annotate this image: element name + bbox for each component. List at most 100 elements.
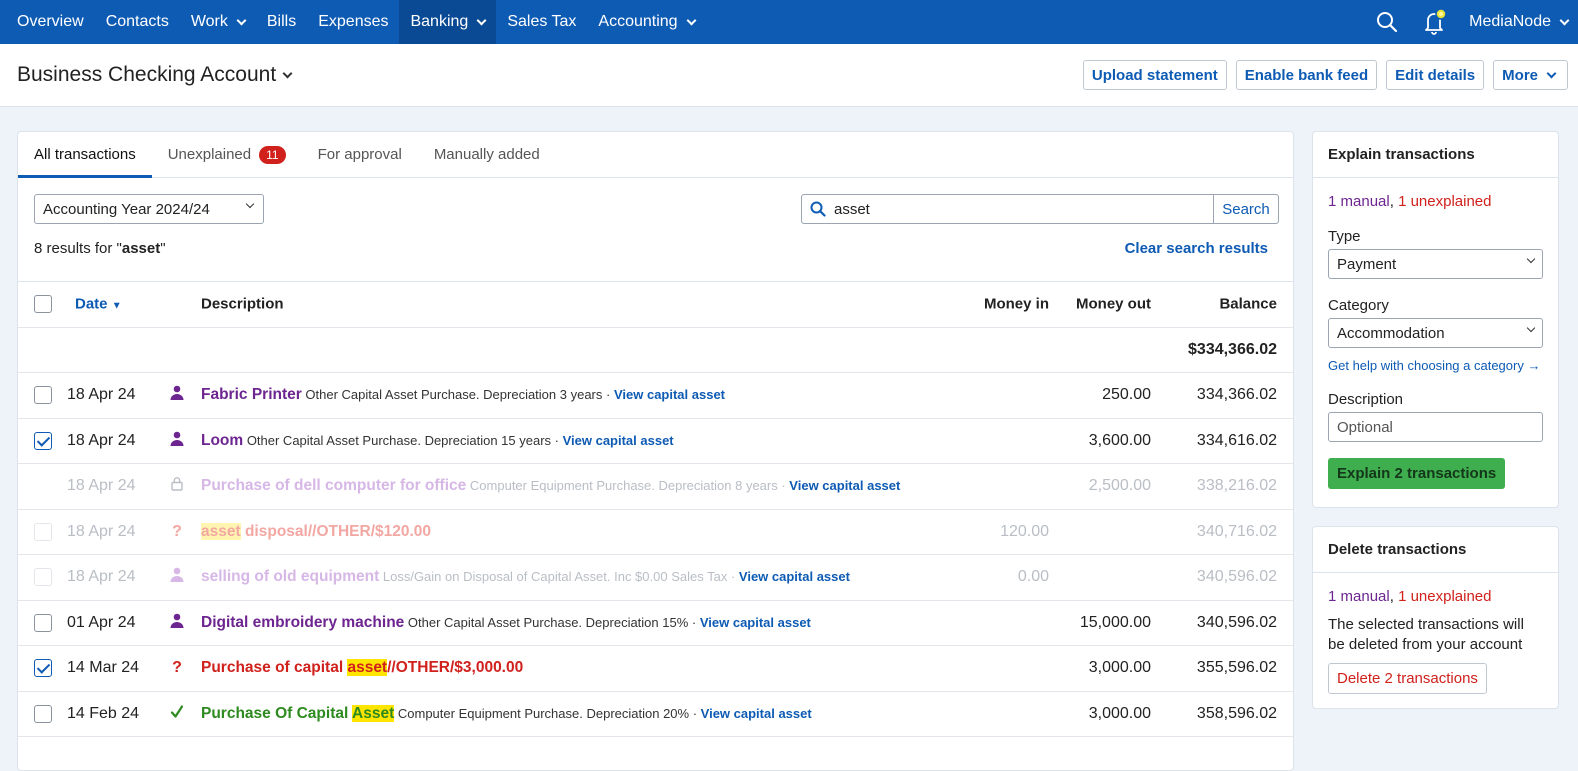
filter-bar: Accounting Year 2024/24 asset Search 8 r…	[18, 178, 1293, 282]
check-icon	[168, 704, 186, 723]
category-select[interactable]: Accommodation	[1328, 318, 1543, 348]
money-out: 15,000.00	[1079, 613, 1151, 631]
table-row[interactable]: 14 Mar 24? Purchase of capital asset//OTH…	[18, 646, 1293, 692]
table-row[interactable]: 18 Apr 24 Fabric Printer Other Capital As…	[18, 373, 1293, 419]
delete-counts: 1 manual, 1 unexplained	[1328, 588, 1492, 605]
tab-for-approval[interactable]: For approval	[302, 132, 418, 177]
nav-work[interactable]: Work	[180, 0, 256, 44]
view-capital-asset-link[interactable]: View capital asset	[701, 706, 812, 721]
table-row[interactable]: 01 Apr 24 Digital embroidery machine Othe…	[18, 601, 1293, 646]
edit-details-button[interactable]: Edit details	[1386, 60, 1485, 90]
clear-search-link[interactable]: Clear search results	[1125, 240, 1268, 257]
transaction-title[interactable]: Fabric Printer	[201, 386, 302, 403]
type-label: Type	[1328, 228, 1361, 245]
transaction-title[interactable]: Purchase Of Capital Asset	[201, 704, 395, 722]
transaction-title[interactable]: Purchase of capital asset//OTHER/$3,000.…	[201, 659, 524, 677]
nav-bills[interactable]: Bills	[256, 0, 307, 44]
table-row[interactable]: 14 Feb 24 Purchase Of Capital Asset Compu…	[18, 692, 1293, 737]
bell-icon[interactable]	[1411, 0, 1459, 44]
more-button[interactable]: More	[1493, 60, 1568, 90]
transaction-detail: Computer Equipment Purchase. Depreciatio…	[469, 478, 786, 494]
view-capital-asset-link[interactable]: View capital asset	[739, 569, 850, 584]
row-checkbox[interactable]	[34, 431, 52, 450]
row-date: 01 Apr 24	[67, 613, 136, 631]
type-select[interactable]: Payment	[1328, 249, 1543, 279]
nav-banking[interactable]: Banking	[399, 0, 497, 44]
money-out: 3,000.00	[1088, 704, 1151, 722]
tab-all-transactions[interactable]: All transactions	[18, 132, 152, 178]
delete-button[interactable]: Delete 2 transactions	[1328, 663, 1487, 694]
upload-statement-button[interactable]: Upload statement	[1082, 60, 1227, 90]
transaction-title[interactable]: selling of old equipment	[201, 568, 379, 585]
search-input[interactable]: asset	[801, 194, 1214, 224]
row-checkbox[interactable]	[34, 613, 52, 632]
chevron-down-icon	[282, 68, 293, 78]
view-capital-asset-link[interactable]: View capital asset	[563, 433, 674, 448]
account-selector[interactable]: Business Checking Account	[17, 63, 293, 87]
money-out: 250.00	[1102, 386, 1151, 404]
money-out: 2,500.00	[1088, 477, 1151, 495]
row-checkbox[interactable]	[34, 704, 52, 723]
results-summary: 8 results for "asset"	[34, 240, 166, 257]
title-rest: //OTHER/$3,000.00	[387, 659, 524, 677]
transaction-title[interactable]: asset disposal//OTHER/$120.00	[201, 522, 431, 540]
page-header: Business Checking Account Upload stateme…	[0, 44, 1578, 107]
org-menu[interactable]: MediaNode	[1459, 13, 1578, 31]
results-term: asset	[121, 240, 161, 257]
table-row[interactable]: 18 Apr 24 selling of old equipment Loss/G…	[18, 555, 1293, 601]
question-icon: ?	[172, 522, 182, 540]
explain-counts: 1 manual, 1 unexplained	[1328, 193, 1492, 210]
search-icon[interactable]	[1363, 0, 1411, 44]
table-row[interactable]: 18 Apr 24 Loom Other Capital Asset Purcha…	[18, 419, 1293, 464]
description-field[interactable]: Optional	[1328, 412, 1543, 442]
enable-bank-feed-button[interactable]: Enable bank feed	[1235, 60, 1378, 90]
table-row[interactable]: 18 Apr 24? asset disposal//OTHER/$120.00 1…	[18, 510, 1293, 555]
row-description: Digital embroidery machine Other Capital…	[201, 614, 811, 632]
row-description: Purchase of dell computer for office Com…	[201, 477, 900, 495]
search-highlight: Asset	[352, 704, 395, 722]
view-capital-asset-link[interactable]: View capital asset	[700, 615, 811, 630]
row-checkbox[interactable]	[34, 386, 52, 405]
select-all-checkbox[interactable]	[34, 295, 52, 314]
transaction-title[interactable]: Digital embroidery machine	[201, 614, 404, 631]
view-capital-asset-link[interactable]: View capital asset	[614, 387, 725, 402]
type-value: Payment	[1337, 255, 1397, 273]
search-button[interactable]: Search	[1213, 194, 1279, 224]
tab-manually-added[interactable]: Manually added	[418, 132, 556, 177]
money-out: 3,000.00	[1088, 659, 1151, 677]
nav-contacts[interactable]: Contacts	[95, 0, 180, 44]
row-description: Purchase Of Capital Asset Computer Equip…	[201, 704, 812, 723]
row-checkbox[interactable]	[34, 659, 52, 678]
row-checkbox	[34, 568, 52, 587]
header-actions: Upload statement Enable bank feed Edit d…	[1082, 60, 1568, 90]
lock-icon	[168, 476, 186, 496]
opening-balance-row: $334,366.02	[18, 328, 1293, 373]
sort-down-icon: ▼	[111, 300, 122, 312]
nav-overview[interactable]: Overview	[6, 0, 95, 44]
nav-sales-tax[interactable]: Sales Tax	[496, 0, 587, 44]
money-out-header: Money out	[1076, 295, 1151, 313]
transaction-title[interactable]: Purchase of dell computer for office	[201, 477, 466, 494]
manual-count: 1 manual	[1328, 588, 1390, 605]
title-text: Loom	[201, 431, 244, 449]
nav-accounting[interactable]: Accounting	[587, 0, 705, 44]
delete-title: Delete transactions	[1313, 527, 1558, 573]
chevron-down-icon	[686, 15, 697, 25]
view-capital-asset-link[interactable]: View capital asset	[789, 478, 900, 493]
balance-header: Balance	[1219, 295, 1277, 313]
transaction-title[interactable]: Loom	[201, 432, 243, 449]
nav-label: Work	[190, 13, 228, 30]
table-row[interactable]: 18 Apr 24 Purchase of dell computer for o…	[18, 464, 1293, 510]
nav-expenses[interactable]: Expenses	[307, 0, 399, 44]
chevron-down-icon	[236, 15, 247, 25]
row-description: selling of old equipment Loss/Gain on Di…	[201, 568, 850, 586]
tab-unexplained[interactable]: Unexplained 11	[152, 132, 302, 177]
year-select[interactable]: Accounting Year 2024/24	[34, 194, 264, 224]
date-sort-header[interactable]: Date ▼	[75, 296, 122, 313]
description-header: Description	[201, 295, 284, 313]
search-highlight: asset	[201, 522, 241, 540]
more-label: More	[1502, 66, 1538, 84]
category-help-link[interactable]: Get help with choosing a category →	[1328, 358, 1543, 373]
table-header: Date ▼ Description Money in Money out Ba…	[18, 282, 1293, 328]
explain-button[interactable]: Explain 2 transactions	[1328, 458, 1506, 489]
